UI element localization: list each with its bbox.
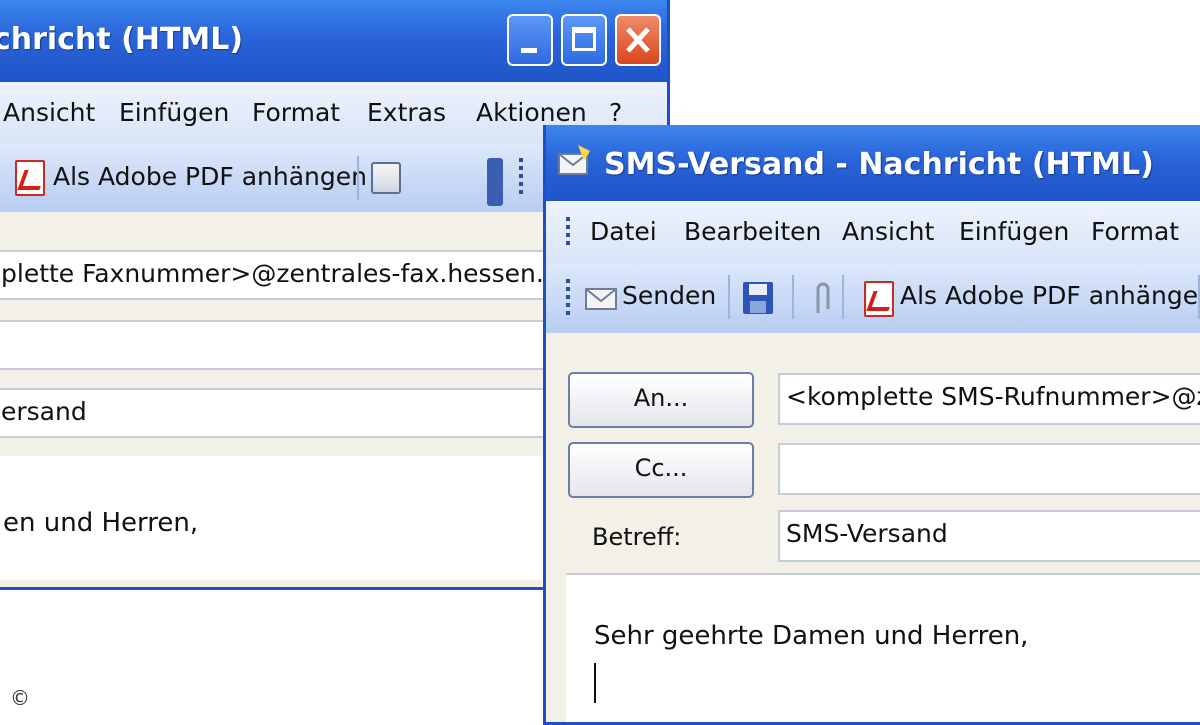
menu-bearbeiten[interactable]: Bearbeiten bbox=[684, 217, 821, 246]
copyright-mark: © bbox=[10, 686, 30, 710]
toolbar-separator bbox=[792, 275, 794, 319]
envelope-icon bbox=[558, 145, 590, 175]
menu-help[interactable]: ? bbox=[609, 98, 622, 127]
message-body[interactable]: en und Herren, bbox=[0, 456, 553, 580]
menu-ansicht[interactable]: Ansicht bbox=[842, 217, 934, 246]
menu-ansicht[interactable]: Ansicht bbox=[3, 98, 95, 127]
to-button[interactable]: An... bbox=[568, 372, 754, 428]
menu-einfuegen[interactable]: Einfügen bbox=[959, 217, 1069, 246]
text-cursor bbox=[594, 663, 596, 703]
pdf-icon bbox=[864, 281, 894, 317]
minimize-icon bbox=[521, 48, 537, 53]
cc-button[interactable]: Cc... bbox=[568, 442, 754, 498]
subject-field[interactable]: SMS-Versand bbox=[778, 510, 1200, 562]
close-icon bbox=[626, 27, 650, 53]
toolbar-separator bbox=[357, 156, 359, 200]
save-icon[interactable] bbox=[742, 281, 774, 315]
title-bar[interactable]: chricht (HTML) bbox=[0, 0, 667, 82]
menu-grip[interactable] bbox=[566, 217, 570, 245]
attach-pdf-button[interactable]: Als Adobe PDF anhängen bbox=[900, 281, 1200, 310]
toolbar-separator bbox=[842, 275, 844, 319]
menu-aktionen[interactable]: Aktionen bbox=[476, 98, 587, 127]
toolbar-separator bbox=[728, 275, 730, 319]
message-body[interactable]: Sehr geehrte Damen und Herren, bbox=[566, 573, 1200, 722]
to-field[interactable]: <komplette SMS-Rufnummer>@zentra bbox=[778, 373, 1200, 425]
cc-field[interactable] bbox=[0, 320, 553, 370]
subject-field[interactable]: ersand bbox=[0, 388, 553, 438]
minimize-button[interactable] bbox=[507, 14, 553, 66]
toolbar-overflow-icon[interactable] bbox=[487, 158, 503, 206]
menu-format[interactable]: Format bbox=[1091, 217, 1179, 246]
menu-einfuegen[interactable]: Einfügen bbox=[119, 98, 229, 127]
menu-bar: Datei Bearbeiten Ansicht Einfügen Format bbox=[546, 201, 1200, 263]
address-book-icon[interactable] bbox=[371, 162, 401, 194]
toolbar: Senden Als Adobe PDF anhängen bbox=[546, 263, 1200, 333]
title-bar[interactable]: SMS-Versand - Nachricht (HTML) bbox=[546, 125, 1200, 201]
body-text: en und Herren, bbox=[3, 508, 199, 538]
window-title: chricht (HTML) bbox=[0, 22, 244, 57]
maximize-button[interactable] bbox=[561, 14, 607, 66]
send-button[interactable]: Senden bbox=[622, 281, 716, 310]
send-icon bbox=[585, 288, 617, 310]
paperclip-icon[interactable] bbox=[812, 279, 832, 319]
sms-message-window: SMS-Versand - Nachricht (HTML) Datei Bea… bbox=[543, 125, 1200, 725]
menu-extras[interactable]: Extras bbox=[367, 98, 446, 127]
to-field[interactable]: plette Faxnummer>@zentrales-fax.hessen.d… bbox=[0, 250, 553, 300]
pdf-icon bbox=[15, 160, 45, 196]
menu-format[interactable]: Format bbox=[252, 98, 340, 127]
close-button[interactable] bbox=[615, 14, 661, 66]
subject-label: Betreff: bbox=[592, 523, 682, 551]
body-text: Sehr geehrte Damen und Herren, bbox=[594, 621, 1029, 651]
cc-field[interactable] bbox=[778, 443, 1200, 495]
maximize-icon bbox=[572, 27, 596, 51]
attach-pdf-button[interactable]: Als Adobe PDF anhängen bbox=[53, 162, 367, 191]
menu-datei[interactable]: Datei bbox=[590, 217, 657, 246]
window-title: SMS-Versand - Nachricht (HTML) bbox=[604, 147, 1154, 182]
toolbar-grip[interactable] bbox=[519, 158, 523, 198]
toolbar-grip[interactable] bbox=[566, 279, 570, 319]
